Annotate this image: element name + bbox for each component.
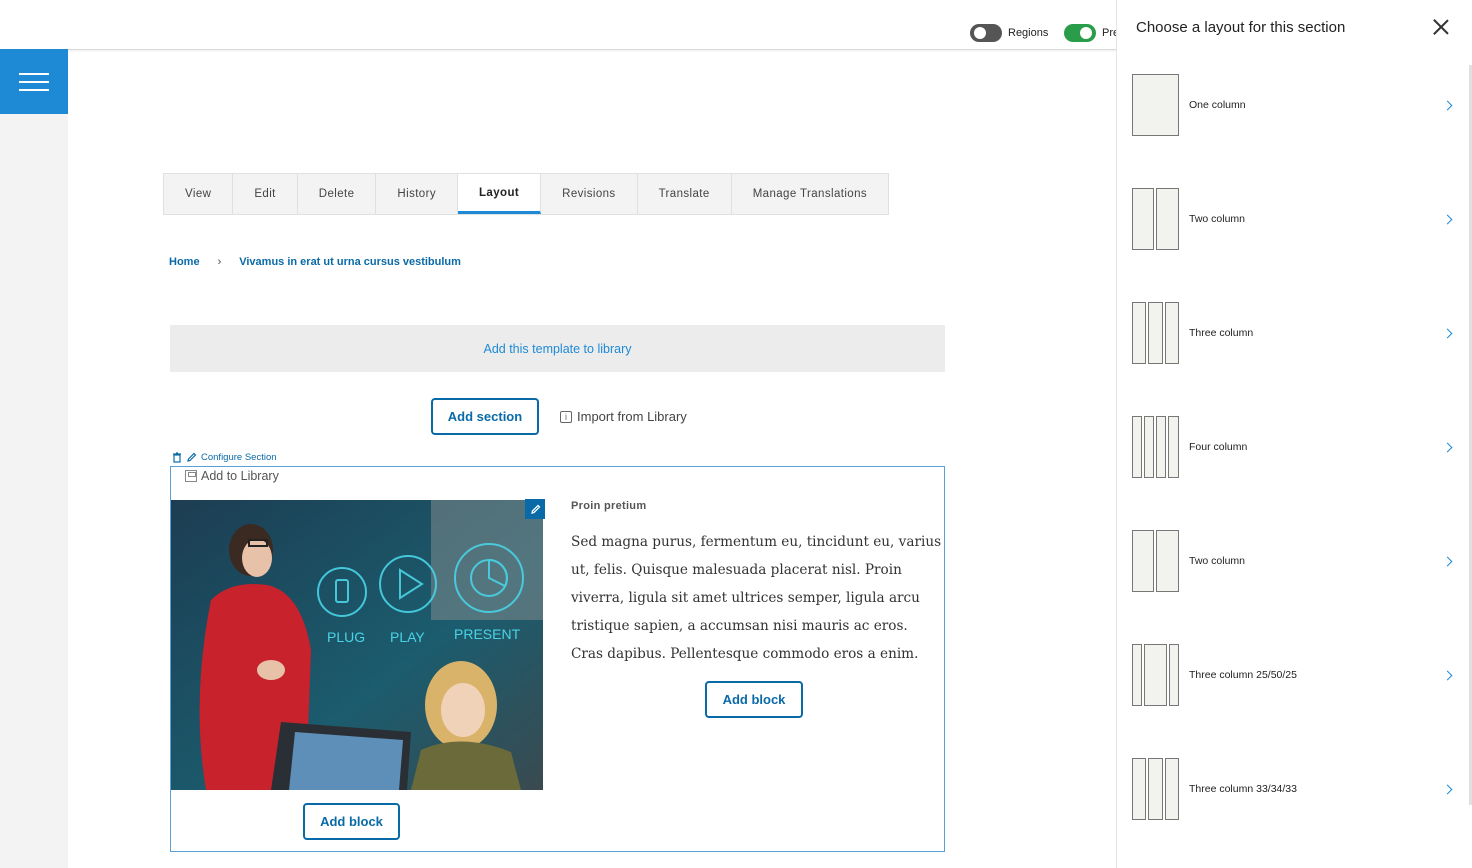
regions-toggle-group[interactable]: Regions: [970, 24, 1048, 42]
layout-option-four-column[interactable]: Four column: [1132, 416, 1457, 478]
image-caption-present: PRESENT: [454, 626, 521, 642]
tab-translate[interactable]: Translate: [638, 174, 732, 214]
chevron-right-icon: [1442, 784, 1453, 794]
three-column-33-34-33-thumbnail-icon: [1132, 758, 1179, 820]
add-to-library-button[interactable]: Add to Library: [185, 469, 279, 483]
image-caption-play: PLAY: [390, 629, 425, 645]
layout-option-label: Three column: [1189, 327, 1254, 339]
add-block-button-left[interactable]: Add block: [303, 803, 400, 840]
trash-icon[interactable]: [172, 452, 182, 463]
edit-block-pencil-icon[interactable]: [525, 499, 545, 519]
import-icon: i: [560, 410, 572, 423]
three-column-thumbnail-icon: [1132, 302, 1179, 364]
tab-edit[interactable]: Edit: [233, 174, 298, 214]
section-controls: Configure Section: [172, 452, 277, 463]
image-caption-plug: PLUG: [327, 629, 365, 645]
tab-delete[interactable]: Delete: [298, 174, 377, 214]
regions-toggle[interactable]: [970, 24, 1002, 42]
add-block-button-right[interactable]: Add block: [705, 681, 803, 718]
block-title: Proin pretium: [571, 500, 647, 512]
chevron-right-icon: [1442, 556, 1453, 566]
layout-option-label: One column: [1189, 99, 1246, 111]
four-column-thumbnail-icon: [1132, 416, 1179, 478]
hero-image: PLUG PLAY PRESENT: [171, 500, 543, 790]
chevron-right-icon: [1442, 100, 1453, 110]
two-column-thumbnail-icon: [1132, 188, 1179, 250]
layout-option-three-column[interactable]: Three column: [1132, 302, 1457, 364]
one-column-thumbnail-icon: [1132, 74, 1179, 136]
three-column-25-50-25-thumbnail-icon: [1132, 644, 1179, 706]
add-template-to-library-button[interactable]: Add this template to library: [170, 325, 945, 372]
layout-option-three-column-25-50-25[interactable]: Three column 25/50/25: [1132, 644, 1457, 706]
configure-section-link[interactable]: Configure Section: [201, 452, 277, 463]
breadcrumb: Home › Vivamus in erat ut urna cursus ve…: [169, 256, 461, 268]
chevron-right-icon: [1442, 328, 1453, 338]
tab-history[interactable]: History: [376, 174, 458, 214]
tab-revisions[interactable]: Revisions: [541, 174, 638, 214]
panel-title: Choose a layout for this section: [1136, 19, 1346, 36]
pencil-icon: [187, 452, 197, 462]
regions-label: Regions: [1008, 27, 1049, 39]
chevron-right-icon: ›: [217, 256, 222, 268]
two-column-thumbnail-icon: [1132, 530, 1179, 592]
chevron-right-icon: [1442, 442, 1453, 452]
import-from-library-label: Import from Library: [577, 409, 687, 424]
add-to-library-label: Add to Library: [201, 469, 279, 483]
breadcrumb-current[interactable]: Vivamus in erat ut urna cursus vestibulu…: [239, 256, 461, 268]
layout-option-label: Four column: [1189, 441, 1248, 453]
tab-layout[interactable]: Layout: [458, 174, 542, 214]
preview-toggle-group[interactable]: Pre: [1064, 24, 1119, 42]
tab-view[interactable]: View: [164, 174, 234, 214]
left-gutter: [0, 50, 68, 868]
layout-option-three-column-33-34-33[interactable]: Three column 33/34/33: [1132, 758, 1457, 820]
layout-option-label: Three column 33/34/33: [1189, 783, 1297, 795]
layout-option-two-column[interactable]: Two column: [1132, 188, 1457, 250]
save-icon: [185, 470, 197, 482]
chevron-right-icon: [1442, 670, 1453, 680]
tab-manage-translations[interactable]: Manage Translations: [732, 174, 888, 214]
breadcrumb-home[interactable]: Home: [169, 256, 200, 268]
preview-toggle[interactable]: [1064, 24, 1096, 42]
layout-option-one-column[interactable]: One column: [1132, 74, 1457, 136]
menu-icon[interactable]: [0, 49, 68, 114]
layout-option-two-column-alt[interactable]: Two column: [1132, 530, 1457, 592]
top-toolbar: Regions Pre: [0, 0, 1119, 50]
import-from-library-button[interactable]: i Import from Library: [560, 409, 687, 424]
layout-option-label: Two column: [1189, 555, 1246, 567]
add-section-button[interactable]: Add section: [431, 398, 539, 435]
chevron-right-icon: [1442, 214, 1453, 224]
close-icon[interactable]: [1431, 17, 1451, 37]
layout-chooser-panel: Choose a layout for this section One col…: [1116, 0, 1472, 868]
layout-option-label: Three column 25/50/25: [1189, 669, 1297, 681]
primary-tabs: View Edit Delete History Layout Revision…: [163, 173, 890, 215]
block-body-text: Sed magna purus, fermentum eu, tincidunt…: [571, 534, 942, 662]
layout-option-label: Two column: [1189, 213, 1246, 225]
